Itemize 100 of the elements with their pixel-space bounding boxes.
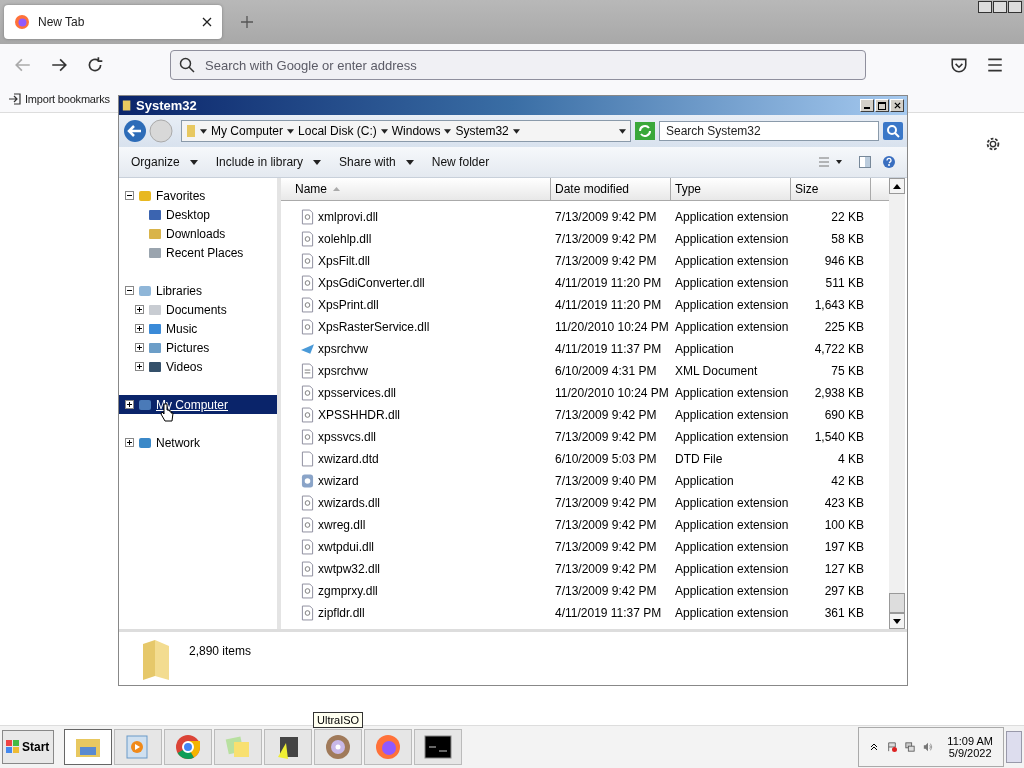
reload-icon[interactable] bbox=[86, 56, 104, 74]
address-field[interactable]: Search with Google or enter address bbox=[170, 50, 866, 80]
window-controls-icon[interactable] bbox=[978, 1, 1022, 13]
nav-item[interactable]: Network bbox=[119, 433, 277, 452]
clock-time[interactable]: 11:09 AM bbox=[947, 735, 993, 747]
pocket-icon[interactable] bbox=[950, 56, 968, 74]
firefox-icon bbox=[374, 733, 402, 761]
address-bar[interactable]: My Computer Local Disk (C:) Windows System32 bbox=[181, 120, 631, 142]
toolbar-button[interactable]: Share with bbox=[333, 152, 420, 172]
caret-icon[interactable] bbox=[619, 128, 626, 134]
preview-pane-icon[interactable] bbox=[859, 156, 871, 168]
import-bookmarks-link[interactable]: Import bookmarks bbox=[8, 92, 110, 106]
back-icon[interactable] bbox=[123, 119, 147, 143]
file-name-cell[interactable]: XPSSHHDR.dll bbox=[281, 407, 551, 423]
caret-icon[interactable] bbox=[287, 128, 295, 134]
scroll-thumb[interactable] bbox=[889, 593, 905, 613]
caret-icon[interactable] bbox=[380, 128, 388, 134]
file-name-cell[interactable]: zipfldr.dll bbox=[281, 605, 551, 621]
file-name-cell[interactable]: XpsRasterService.dll bbox=[281, 319, 551, 335]
size-cell-text: 197 KB bbox=[823, 540, 865, 554]
file-name-cell[interactable]: xwreg.dll bbox=[281, 517, 551, 533]
file-name-cell[interactable]: xwtpw32.dll bbox=[281, 561, 551, 577]
forward-icon[interactable] bbox=[50, 56, 68, 74]
caret-icon[interactable] bbox=[200, 128, 207, 134]
browser-tab[interactable]: New Tab bbox=[4, 5, 222, 39]
file-name-cell[interactable]: xwizard bbox=[281, 473, 551, 489]
file-name-cell[interactable]: XpsGdiConverter.dll bbox=[281, 275, 551, 291]
file-name-cell[interactable]: XpsPrint.dll bbox=[281, 297, 551, 313]
expander-icon[interactable] bbox=[135, 305, 144, 314]
clock-date[interactable]: 5/9/2022 bbox=[948, 747, 992, 759]
caret-icon[interactable] bbox=[444, 128, 452, 134]
expander-icon[interactable] bbox=[125, 438, 134, 447]
nav-item[interactable]: Recent Places bbox=[119, 243, 277, 262]
nav-item[interactable]: Favorites bbox=[119, 186, 277, 205]
column-header[interactable]: Date modified bbox=[551, 178, 671, 200]
file-name-cell[interactable]: xmlprovi.dll bbox=[281, 209, 551, 225]
expander-icon[interactable] bbox=[125, 286, 134, 295]
scrollbar[interactable] bbox=[889, 178, 905, 629]
breadcrumb-item[interactable]: System32 bbox=[455, 124, 509, 138]
nav-item[interactable]: Downloads bbox=[119, 224, 277, 243]
show-hidden-icon[interactable] bbox=[869, 741, 880, 753]
type-cell-text: Application extension bbox=[674, 232, 790, 246]
type-cell-text: Application bbox=[674, 474, 735, 488]
minimize-icon[interactable] bbox=[860, 99, 874, 112]
file-name-cell[interactable]: xwizard.dtd bbox=[281, 451, 551, 467]
file-name-cell[interactable]: xwizards.dll bbox=[281, 495, 551, 511]
search-icon[interactable] bbox=[883, 122, 903, 140]
type-cell-text: Application extension bbox=[674, 518, 790, 532]
file-name-cell[interactable]: XpsFilt.dll bbox=[281, 253, 551, 269]
file-name-cell[interactable]: xpsservices.dll bbox=[281, 385, 551, 401]
file-name-cell[interactable]: xpssvcs.dll bbox=[281, 429, 551, 445]
nav-item[interactable]: Music bbox=[119, 319, 277, 338]
scroll-down-icon[interactable] bbox=[893, 618, 901, 624]
type-cell-text: Application extension bbox=[674, 540, 790, 554]
refresh-icon[interactable] bbox=[635, 122, 655, 140]
toolbar-button[interactable]: Organize bbox=[125, 152, 204, 172]
help-icon[interactable] bbox=[883, 156, 895, 168]
file-name-cell[interactable]: zgmprxy.dll bbox=[281, 583, 551, 599]
maximize-icon[interactable] bbox=[875, 99, 889, 112]
view-options-icon[interactable] bbox=[817, 156, 845, 168]
file-name-cell[interactable]: xpsrchvw bbox=[281, 363, 551, 379]
breadcrumb-item[interactable]: Local Disk (C:) bbox=[298, 124, 377, 138]
flag-icon[interactable] bbox=[887, 741, 898, 753]
column-header[interactable]: Name bbox=[281, 178, 551, 200]
nav-item[interactable]: Documents bbox=[119, 300, 277, 319]
menu-icon[interactable] bbox=[986, 56, 1004, 74]
close-icon[interactable] bbox=[202, 17, 212, 27]
nav-item[interactable]: Desktop bbox=[119, 205, 277, 224]
toolbar-button[interactable]: New folder bbox=[425, 152, 496, 172]
taskbar-button[interactable] bbox=[414, 729, 462, 765]
type-cell-text: Application bbox=[674, 342, 735, 356]
volume-icon[interactable] bbox=[923, 741, 934, 753]
type-cell-text: XML Document bbox=[674, 364, 759, 378]
nav-item[interactable]: Libraries bbox=[119, 281, 277, 300]
new-tab-icon[interactable] bbox=[240, 15, 254, 29]
search-field[interactable]: Search System32 bbox=[659, 121, 879, 141]
taskbar-button[interactable] bbox=[264, 729, 312, 765]
file-name-cell[interactable]: xwtpdui.dll bbox=[281, 539, 551, 555]
nav-item[interactable]: Videos bbox=[119, 357, 277, 376]
expander-icon[interactable] bbox=[125, 191, 134, 200]
breadcrumb-item[interactable]: My Computer bbox=[211, 124, 284, 138]
settings-icon[interactable] bbox=[984, 135, 1002, 153]
start-button[interactable]: Start bbox=[2, 730, 54, 764]
column-header[interactable]: Type bbox=[671, 178, 791, 200]
expander-icon[interactable] bbox=[135, 362, 144, 371]
expander-icon[interactable] bbox=[135, 324, 144, 333]
scroll-up-icon[interactable] bbox=[893, 183, 901, 189]
file-name-cell[interactable]: xolehlp.dll bbox=[281, 231, 551, 247]
sort-arrow-icon bbox=[333, 187, 340, 191]
expander-icon[interactable] bbox=[125, 400, 134, 409]
date-cell-text: 7/13/2009 9:42 PM bbox=[554, 496, 658, 510]
caret-icon[interactable] bbox=[512, 128, 520, 134]
expander-icon[interactable] bbox=[135, 343, 144, 352]
breadcrumb-item[interactable]: Windows bbox=[391, 124, 441, 138]
dll-file-icon bbox=[301, 407, 314, 423]
wizard-app-icon bbox=[301, 473, 314, 489]
file-name-cell[interactable]: xpsrchvw bbox=[281, 341, 551, 357]
toolbar-button[interactable]: Include in library bbox=[209, 152, 328, 172]
column-header[interactable]: Size bbox=[791, 178, 871, 200]
nav-item[interactable]: Pictures bbox=[119, 338, 277, 357]
